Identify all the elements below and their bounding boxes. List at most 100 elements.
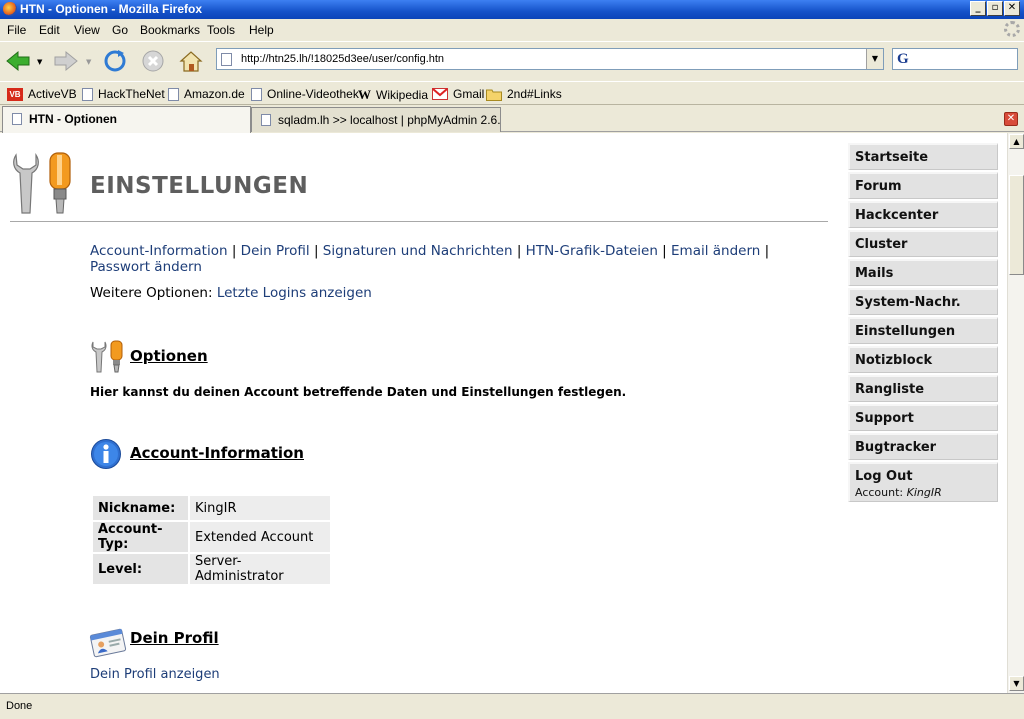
scroll-thumb[interactable] <box>1009 175 1024 275</box>
nav-bugtracker[interactable]: Bugtracker <box>848 433 998 460</box>
vertical-scrollbar[interactable]: ▲ ▼ <box>1007 133 1024 693</box>
profile-card-icon <box>89 628 127 658</box>
menu-help[interactable]: Help <box>249 23 274 37</box>
bookmark-activevb[interactable]: VB ActiveVB <box>7 87 77 101</box>
menu-go[interactable]: Go <box>112 23 128 37</box>
gmail-icon <box>432 88 448 100</box>
forward-dropdown-icon[interactable]: ▼ <box>86 58 91 66</box>
options-description: Hier kannst du deinen Account betreffend… <box>90 385 627 399</box>
status-bar: Done <box>0 693 1024 719</box>
folder-icon <box>486 89 502 101</box>
back-arrow-icon <box>6 50 30 72</box>
tab-htn-optionen[interactable]: HTN - Optionen <box>2 106 251 133</box>
nav-notizblock[interactable]: Notizblock <box>848 346 998 373</box>
page-title: EINSTELLUNGEN <box>90 173 309 199</box>
menu-view[interactable]: View <box>74 23 100 37</box>
nav-cluster[interactable]: Cluster <box>848 230 998 257</box>
nickname-value: KingIR <box>190 496 330 520</box>
address-bar[interactable]: http://htn25.lh/!18025d3ee/user/config.h… <box>216 48 884 70</box>
bookmark-gmail[interactable]: Gmail <box>432 87 484 101</box>
link-account-information[interactable]: Account-Information <box>90 243 228 259</box>
forward-button[interactable] <box>53 48 79 74</box>
scroll-down-button[interactable]: ▼ <box>1009 676 1024 691</box>
account-type-label: Account-Typ: <box>93 522 188 552</box>
throbber-icon <box>1004 21 1020 37</box>
link-dein-profil[interactable]: Dein Profil <box>241 243 310 259</box>
home-button[interactable] <box>178 48 204 74</box>
address-dropdown-button[interactable]: ▼ <box>866 49 883 69</box>
link-passwort-aendern[interactable]: Passwort ändern <box>90 259 202 275</box>
menu-tools[interactable]: Tools <box>207 23 235 37</box>
reload-icon <box>104 50 126 72</box>
bookmarks-toolbar: VB ActiveVB HackTheNet Amazon.de Online-… <box>0 81 1024 105</box>
account-name: KingIR <box>906 486 942 499</box>
bookmark-amazon[interactable]: Amazon.de <box>168 87 245 101</box>
nav-rangliste[interactable]: Rangliste <box>848 375 998 402</box>
bookmark-label: HackTheNet <box>98 87 165 101</box>
activevb-icon: VB <box>7 87 23 101</box>
tools-icon <box>13 152 71 214</box>
stop-button[interactable] <box>140 48 166 74</box>
nav-hackcenter[interactable]: Hackcenter <box>848 201 998 228</box>
nav-logout[interactable]: Log Out Account: KingIR <box>848 462 998 502</box>
address-url: http://htn25.lh/!18025d3ee/user/config.h… <box>241 53 445 65</box>
bookmark-wikipedia[interactable]: W Wikipedia <box>358 87 428 103</box>
menu-edit[interactable]: Edit <box>39 23 60 37</box>
bookmark-label: 2nd#Links <box>507 87 562 101</box>
bookmark-hackthenet[interactable]: HackTheNet <box>82 87 165 101</box>
back-dropdown-icon[interactable]: ▼ <box>37 58 42 66</box>
profile-heading: Dein Profil <box>130 629 219 647</box>
account-info-heading: Account-Information <box>130 444 304 462</box>
status-text: Done <box>6 700 33 712</box>
nav-startseite[interactable]: Startseite <box>848 143 998 170</box>
tab-phpmyadmin[interactable]: sqladm.lh >> localhost | phpMyAdmin 2.6.… <box>251 107 501 132</box>
page-icon <box>251 87 262 101</box>
link-profil-anzeigen[interactable]: Dein Profil anzeigen <box>90 667 220 682</box>
nav-einstellungen[interactable]: Einstellungen <box>848 317 998 344</box>
table-row: Nickname: KingIR <box>93 496 330 520</box>
table-row: Account-Typ: Extended Account <box>93 522 330 552</box>
link-grafik-dateien[interactable]: HTN-Grafik-Dateien <box>526 243 658 259</box>
wikipedia-icon: W <box>358 87 371 102</box>
link-email-aendern[interactable]: Email ändern <box>671 243 760 259</box>
account-line: Account: KingIR <box>855 486 997 499</box>
link-signaturen[interactable]: Signaturen und Nachrichten <box>323 243 513 259</box>
nav-support[interactable]: Support <box>848 404 998 431</box>
nav-system-nachr[interactable]: System-Nachr. <box>848 288 998 315</box>
account-info-table: Nickname: KingIR Account-Typ: Extended A… <box>91 494 332 586</box>
nav-forum[interactable]: Forum <box>848 172 998 199</box>
page-icon <box>168 87 179 101</box>
bookmark-label: Wikipedia <box>376 88 429 102</box>
window-title-bar: HTN - Optionen - Mozilla Firefox _ ▫ ✕ <box>0 0 1024 19</box>
search-box[interactable]: G <box>892 48 1018 70</box>
minimize-button[interactable]: _ <box>970 1 986 16</box>
close-tab-button[interactable]: ✕ <box>1004 112 1018 126</box>
bookmark-2nd-links[interactable]: 2nd#Links <box>486 87 562 101</box>
side-navigation: Startseite Forum Hackcenter Cluster Mail… <box>848 143 998 504</box>
back-button[interactable] <box>5 48 31 74</box>
bookmark-label: Gmail <box>453 87 485 101</box>
close-window-button[interactable]: ✕ <box>1004 1 1020 16</box>
bookmark-label: ActiveVB <box>28 87 77 101</box>
options-heading: Optionen <box>130 347 208 365</box>
bookmark-label: Online-Videothek <box>267 87 359 101</box>
firefox-icon <box>3 2 17 16</box>
nav-mails[interactable]: Mails <box>848 259 998 286</box>
table-row: Level: Server-Administrator <box>93 554 330 584</box>
level-value: Server-Administrator <box>190 554 330 584</box>
menu-bookmarks[interactable]: Bookmarks <box>140 23 200 37</box>
info-icon <box>91 439 121 469</box>
link-letzte-logins[interactable]: Letzte Logins anzeigen <box>217 285 372 301</box>
reload-button[interactable] <box>102 48 128 74</box>
menu-file[interactable]: File <box>7 23 26 37</box>
page-icon <box>82 87 93 101</box>
bookmark-online-videothek[interactable]: Online-Videothek <box>251 87 359 101</box>
google-icon[interactable]: G <box>897 52 909 67</box>
account-label: Account: <box>855 486 904 499</box>
title-divider <box>10 221 828 222</box>
scroll-up-button[interactable]: ▲ <box>1009 134 1024 149</box>
bookmark-label: Amazon.de <box>184 87 245 101</box>
maximize-button[interactable]: ▫ <box>987 1 1003 16</box>
menu-bar: File Edit View Go Bookmarks Tools Help <box>0 19 1024 41</box>
page-icon <box>12 113 22 125</box>
